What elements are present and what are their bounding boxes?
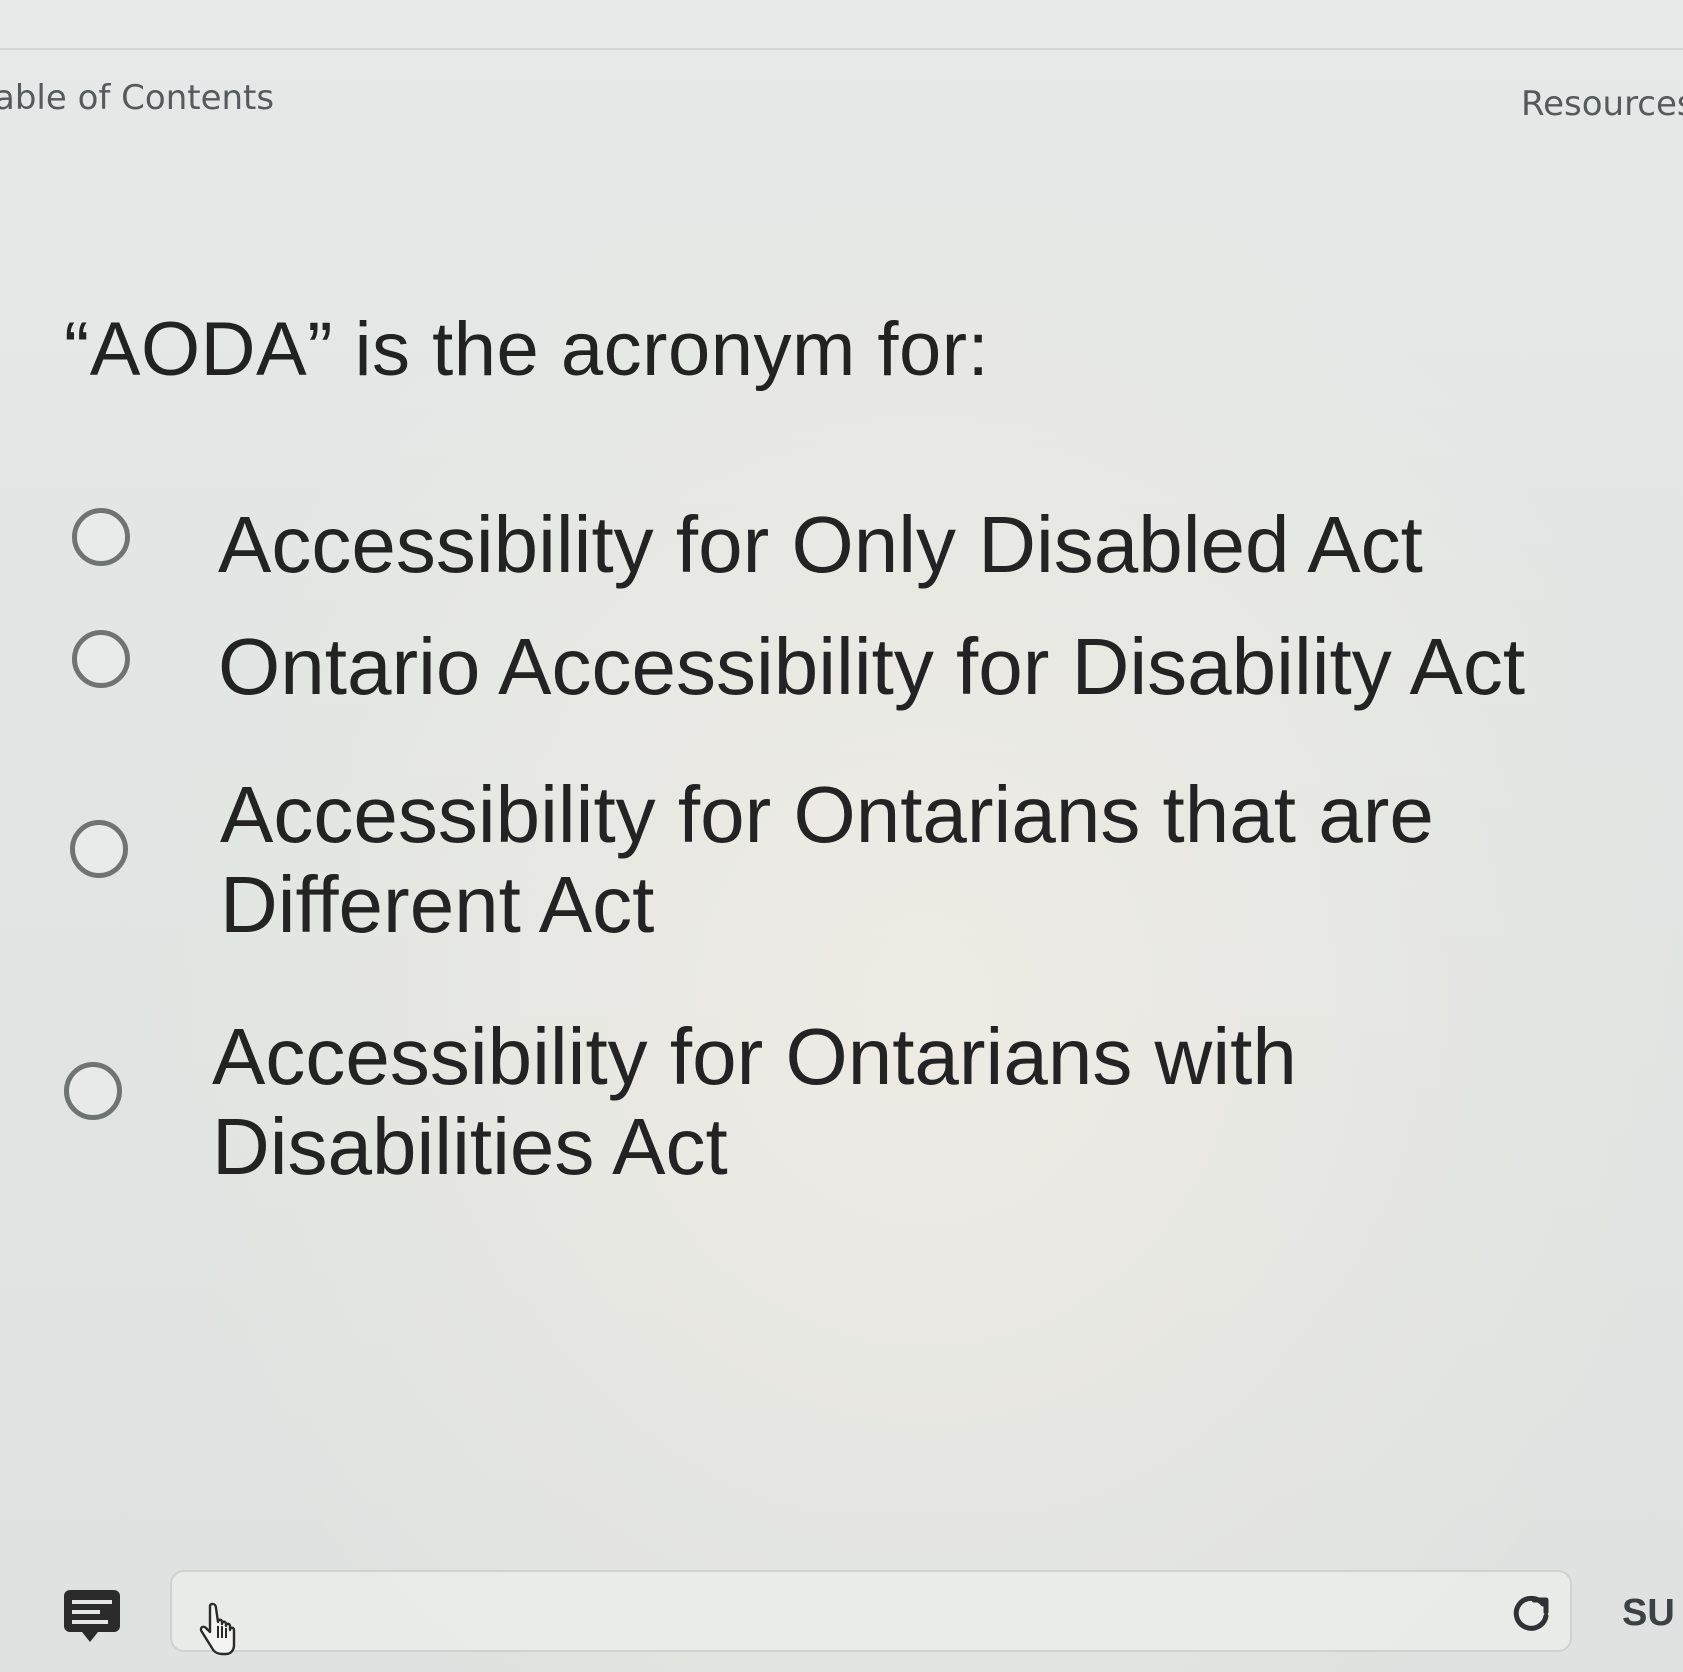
comment-icon-line: [72, 1620, 108, 1624]
option-label[interactable]: Accessibility for Ontarians that are Dif…: [220, 770, 1434, 950]
submit-button[interactable]: SU: [1622, 1592, 1675, 1635]
radio-button[interactable]: [72, 630, 130, 688]
screen-background: able of Contents Resources “AODA” is the…: [0, 0, 1683, 1672]
question-text: “AODA” is the acronym for:: [64, 307, 990, 392]
radio-button[interactable]: [64, 1062, 122, 1120]
resources-link[interactable]: Resources: [1521, 84, 1683, 124]
option-label-line: Disabilities Act: [212, 1102, 728, 1191]
option-label-line: Accessibility for Ontarians that are: [220, 770, 1434, 859]
comment-icon-line: [72, 1600, 112, 1604]
option-label[interactable]: Accessibility for Ontarians with Disabil…: [212, 1012, 1297, 1192]
header-divider: [0, 48, 1683, 50]
option-label[interactable]: Accessibility for Only Disabled Act: [218, 500, 1423, 590]
option-label-line: Accessibility for Ontarians with: [212, 1012, 1297, 1101]
comment-icon[interactable]: [64, 1590, 120, 1642]
bottom-toolbar: SU: [0, 1560, 1683, 1672]
option-label-line: Accessibility for Only Disabled Act: [218, 500, 1423, 589]
refresh-icon[interactable]: [1507, 1590, 1555, 1638]
option-label-line: Ontario Accessibility for Disability Act: [218, 622, 1526, 711]
answer-input-field[interactable]: [170, 1570, 1572, 1652]
option-label[interactable]: Ontario Accessibility for Disability Act: [218, 622, 1525, 712]
radio-button[interactable]: [70, 820, 128, 878]
hand-cursor-icon: [199, 1602, 236, 1656]
radio-button[interactable]: [72, 508, 130, 566]
comment-icon-tail: [82, 1632, 98, 1642]
comment-icon-line: [72, 1610, 100, 1614]
option-label-line: Different Act: [220, 860, 655, 949]
table-of-contents-link[interactable]: able of Contents: [0, 78, 274, 118]
